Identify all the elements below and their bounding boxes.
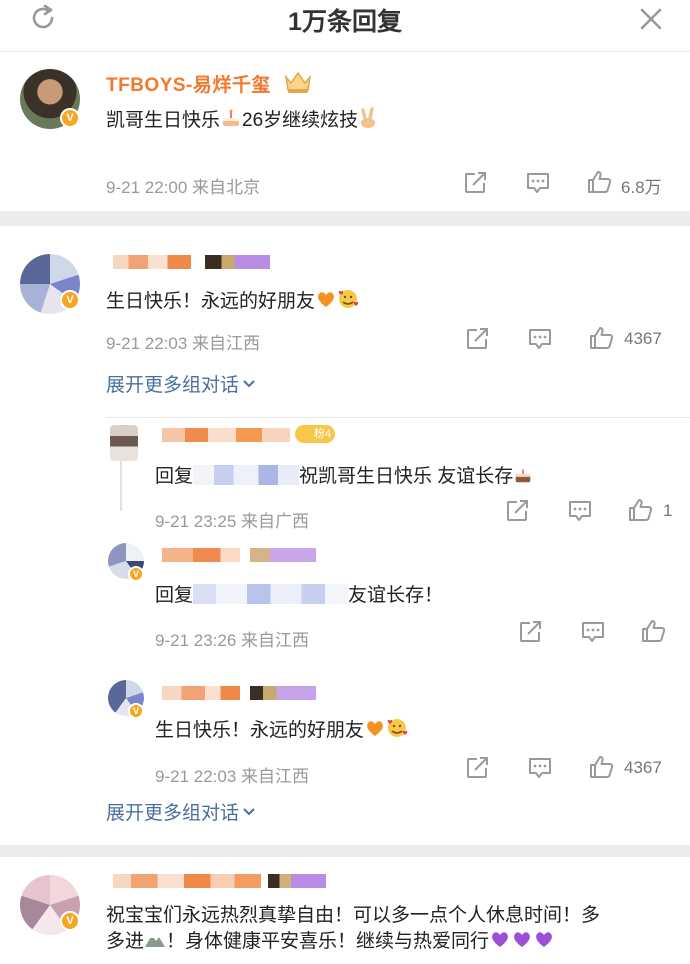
verified-badge-icon: V: [60, 911, 80, 931]
chevron-down-icon: [243, 808, 255, 816]
blurred-fan-badge: [250, 686, 316, 700]
reply-text: 回复 祝凯哥生日快乐 友谊长存: [155, 461, 533, 488]
like-icon[interactable]: [641, 619, 667, 643]
comment-icon[interactable]: [527, 327, 553, 351]
comment-author[interactable]: TFBOYS-易烊千玺: [106, 70, 271, 97]
purple-heart-emoji: [536, 932, 552, 947]
comment-location: 来自北京: [192, 178, 261, 197]
comment-text-line2: 多进 ！身体健康平安喜乐！继续与热爱同行: [106, 926, 555, 953]
chevron-down-icon: [243, 380, 255, 388]
expand-conversation-link[interactable]: 展开更多组对话: [106, 798, 257, 825]
crown-icon: [284, 71, 312, 93]
share-icon[interactable]: [465, 756, 491, 780]
blurred-username[interactable]: [162, 686, 240, 700]
reply-location: 来自江西: [241, 767, 310, 786]
like-icon[interactable]: [589, 326, 615, 350]
blurred-avatar[interactable]: [110, 425, 138, 461]
verified-badge-icon: V: [128, 703, 144, 719]
comment-icon[interactable]: [567, 499, 593, 523]
cake-emoji: [516, 469, 531, 483]
blurred-fan-badge: [268, 874, 326, 888]
orange-heart-emoji: [367, 721, 383, 736]
orange-heart-emoji: [318, 292, 334, 307]
reply-location: 来自广西: [241, 512, 310, 531]
purple-heart-emoji: [514, 932, 530, 947]
like-count: 4367: [624, 329, 662, 348]
comment-location: 来自江西: [192, 334, 261, 353]
like-count: 1: [663, 501, 673, 520]
share-icon[interactable]: [465, 327, 491, 351]
blurred-username[interactable]: [113, 874, 261, 888]
share-icon[interactable]: [518, 620, 544, 644]
page-title: 1万条回复: [288, 8, 402, 36]
comment-icon[interactable]: [580, 620, 606, 644]
comment-text: 祝宝宝们永远热烈真挚自由！可以多一点个人休息时间！多: [106, 905, 601, 926]
reply-text: 回复 友谊长存！: [155, 584, 444, 606]
comment-text: 生日快乐！永远的好朋友: [106, 286, 359, 313]
share-icon[interactable]: [463, 171, 489, 195]
like-count: 4367: [624, 758, 662, 777]
comment-icon[interactable]: [525, 171, 551, 195]
reply-location: 来自江西: [241, 631, 310, 650]
comment-icon[interactable]: [527, 756, 553, 780]
comment-time: 9-21 22:00 来自北京: [106, 178, 261, 197]
cake-emoji: [223, 109, 240, 126]
close-icon[interactable]: [636, 4, 666, 34]
blurred-mention[interactable]: [193, 584, 349, 604]
verified-badge-icon: V: [60, 290, 80, 310]
purple-heart-emoji: [492, 932, 508, 947]
section-divider: [0, 845, 690, 857]
reply-header: 1万条回复: [0, 0, 690, 52]
smiling-face-hearts-emoji: [338, 290, 359, 308]
blurred-fan-badge: [205, 255, 270, 269]
fan-badge: 粉4: [295, 425, 335, 443]
comment-time: 9-21 22:03 来自江西: [106, 334, 261, 353]
section-divider: [0, 211, 690, 226]
like-icon[interactable]: [587, 170, 613, 194]
reply-text: 生日快乐！永远的好朋友: [155, 715, 408, 742]
blurred-fan-badge: [250, 548, 316, 562]
verified-badge-icon: V: [128, 566, 144, 582]
blurred-username[interactable]: [113, 255, 191, 269]
blurred-mention[interactable]: [193, 465, 300, 485]
comment-text: 凯哥生日快乐 26岁继续炫技: [106, 105, 380, 132]
reply-time: 9-21 23:25 来自广西: [155, 512, 310, 531]
blurred-username[interactable]: [162, 548, 240, 562]
reply-divider: [106, 417, 690, 418]
like-icon[interactable]: [589, 755, 615, 779]
mountain-emoji: [145, 935, 166, 947]
like-count: 6.8万: [621, 178, 662, 197]
blurred-username[interactable]: [162, 428, 290, 442]
expand-conversation-link[interactable]: 展开更多组对话: [106, 370, 257, 397]
peace-hand-emoji: [361, 107, 376, 128]
like-icon[interactable]: [628, 498, 654, 522]
reply-time: 9-21 23:26 来自江西: [155, 631, 310, 650]
share-icon[interactable]: [505, 499, 531, 523]
verified-badge-icon: V: [60, 108, 80, 128]
smiling-face-hearts-emoji: [387, 719, 408, 737]
reply-time: 9-21 22:03 来自江西: [155, 767, 310, 786]
